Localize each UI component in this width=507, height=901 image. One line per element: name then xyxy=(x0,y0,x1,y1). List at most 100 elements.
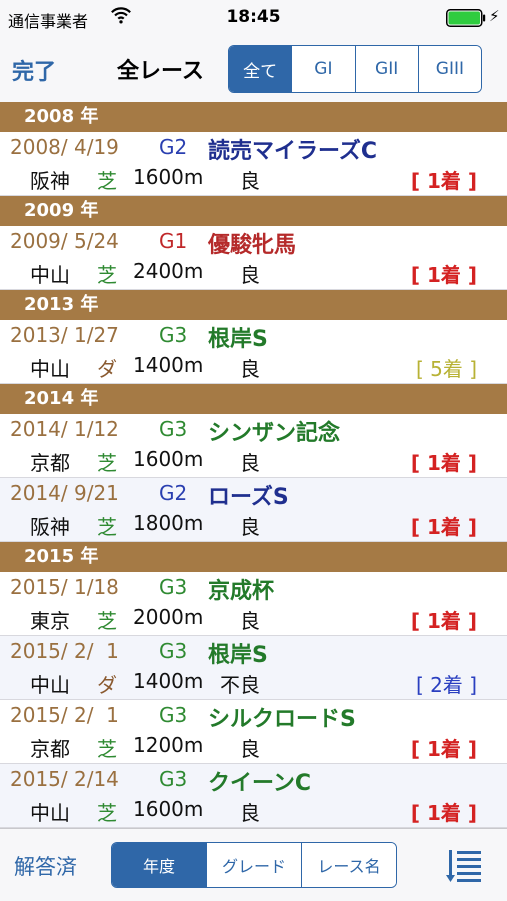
race-result: [ 5着 ] xyxy=(415,357,477,381)
race-grade: G3 xyxy=(159,417,188,441)
race-surface: 芝 xyxy=(97,737,117,761)
race-condition: 良 xyxy=(240,451,260,475)
race-result: [ 2着 ] xyxy=(415,673,477,697)
done-button[interactable]: 完了 xyxy=(12,54,56,86)
race-surface: 芝 xyxy=(97,169,117,193)
race-venue: 中山 xyxy=(30,263,70,287)
race-venue: 京都 xyxy=(30,451,70,475)
race-row[interactable]: 2014/ 1/12 G3 シンザン記念京都 芝 1600m 良 [ 1着 ] xyxy=(0,414,507,478)
sort-segment: 年度 グレード レース名 xyxy=(111,842,397,888)
race-distance: 1400m xyxy=(133,669,204,693)
race-row[interactable]: 2015/ 2/ 1 G3 シルクロードS 京都 芝 1200m 良 [ 1着 ] xyxy=(0,700,507,764)
sort-by-grade[interactable]: グレード xyxy=(206,843,301,887)
race-result: [ 1着 ] xyxy=(410,169,477,193)
page-title: 全レース xyxy=(117,59,204,84)
list-view-icon[interactable] xyxy=(446,847,484,883)
race-date: 2015/ 2/14 xyxy=(10,767,119,791)
race-date: 2014/ 9/21 xyxy=(10,481,119,505)
race-venue: 阪神 xyxy=(30,169,70,193)
race-distance: 1200m xyxy=(133,733,204,757)
race-date: 2013/ 1/27 xyxy=(10,323,119,347)
year-header: 2015 年 xyxy=(0,542,507,572)
race-name: 読売マイラーズC xyxy=(208,139,378,164)
race-distance: 1600m xyxy=(133,797,204,821)
race-venue: 京都 xyxy=(30,737,70,761)
race-name: ローズS xyxy=(208,485,289,510)
race-distance: 2400m xyxy=(133,259,204,283)
race-grade: G3 xyxy=(159,639,188,663)
race-row[interactable]: 2015/ 2/14 G3 クイーンC 中山 芝 1600m 良 [ 1着 ] xyxy=(0,764,507,828)
race-distance: 1800m xyxy=(133,511,204,535)
race-grade: G3 xyxy=(159,575,188,599)
race-date: 2008/ 4/19 xyxy=(10,135,119,159)
race-name: 根岸S xyxy=(208,643,268,668)
year-header: 2009 年 xyxy=(0,196,507,226)
race-name: 根岸S xyxy=(208,327,268,352)
race-surface: ダ xyxy=(97,357,117,381)
race-grade: G3 xyxy=(159,323,188,347)
race-surface: 芝 xyxy=(97,263,117,287)
race-distance: 1600m xyxy=(133,447,204,471)
race-row[interactable]: 2009/ 5/24 G1 優駿牝馬 中山 芝 2400m 良 [ 1着 ] xyxy=(0,226,507,290)
navigation-bar: 完了 全レース 全て GI GII GIII xyxy=(0,36,507,102)
battery-icon xyxy=(446,9,486,27)
race-grade: G1 xyxy=(159,229,188,253)
grade-filter-g1[interactable]: GI xyxy=(291,46,355,92)
race-row[interactable]: 2008/ 4/19 G2 読売マイラーズC 阪神 芝 1600m 良 [ 1着 ] xyxy=(0,132,507,196)
race-result: [ 1着 ] xyxy=(410,609,477,633)
race-row[interactable]: 2014/ 9/21 G2 ローズS 阪神 芝 1800m 良 [ 1着 ] xyxy=(0,478,507,542)
race-row[interactable]: 2013/ 1/27 G3 根岸S 中山 ダ 1400m 良 [ 5着 ] xyxy=(0,320,507,384)
sort-by-race-name[interactable]: レース名 xyxy=(301,843,396,887)
race-surface: 芝 xyxy=(97,609,117,633)
race-distance: 1400m xyxy=(133,353,204,377)
grade-filter-segment: 全て GI GII GIII xyxy=(228,45,482,93)
race-condition: 良 xyxy=(240,609,260,633)
race-list[interactable]: 2008 年 2008/ 4/19 G2 読売マイラーズC 阪神芝 1600m 良[ 1着 … xyxy=(0,102,507,828)
clock: 18:45 xyxy=(226,7,281,27)
race-condition: 良 xyxy=(240,801,260,825)
race-result: [ 1着 ] xyxy=(410,801,477,825)
sort-by-year[interactable]: 年度 xyxy=(112,843,206,887)
race-condition: 良 xyxy=(240,737,260,761)
race-name: シンザン記念 xyxy=(208,421,341,446)
status-bar: 通信事業者 18:45 ⚡ xyxy=(0,0,507,36)
race-grade: G2 xyxy=(159,135,188,159)
race-grade: G3 xyxy=(159,703,188,727)
race-date: 2015/ 2/ 1 xyxy=(10,703,119,727)
race-row[interactable]: 2015/ 1/18 G3 京成杯 東京 芝 2000m 良 [ 1着 ] xyxy=(0,572,507,636)
race-surface: 芝 xyxy=(97,451,117,475)
race-condition: 良 xyxy=(240,263,260,287)
grade-filter-g3[interactable]: GIII xyxy=(417,46,481,92)
race-surface: 芝 xyxy=(97,801,117,825)
race-result: [ 1着 ] xyxy=(410,451,477,475)
year-header: 2013 年 xyxy=(0,290,507,320)
year-header: 2014 年 xyxy=(0,384,507,414)
race-surface: 芝 xyxy=(97,515,117,539)
bottom-toolbar: 解答済 年度 グレード レース名 xyxy=(0,828,507,901)
race-date: 2015/ 1/18 xyxy=(10,575,119,599)
race-condition: 良 xyxy=(240,169,260,193)
bolt-icon: ⚡ xyxy=(489,7,500,25)
race-result: [ 1着 ] xyxy=(410,737,477,761)
grade-filter-g2[interactable]: GII xyxy=(354,46,418,92)
grade-filter-all[interactable]: 全て xyxy=(229,46,292,92)
answered-button[interactable]: 解答済 xyxy=(14,851,77,881)
race-condition: 良 xyxy=(240,515,260,539)
race-date: 2015/ 2/ 1 xyxy=(10,639,119,663)
race-condition: 良 xyxy=(240,357,260,381)
race-distance: 2000m xyxy=(133,605,204,629)
race-grade: G2 xyxy=(159,481,188,505)
year-header: 2008 年 xyxy=(0,102,507,132)
race-grade: G3 xyxy=(159,767,188,791)
race-venue: 中山 xyxy=(30,357,70,381)
race-date: 2014/ 1/12 xyxy=(10,417,119,441)
race-name: クイーンC xyxy=(208,771,312,796)
race-date: 2009/ 5/24 xyxy=(10,229,119,253)
race-name: 優駿牝馬 xyxy=(208,233,297,258)
race-name: 京成杯 xyxy=(208,579,275,604)
race-venue: 阪神 xyxy=(30,515,70,539)
race-row[interactable]: 2015/ 2/ 1 G3 根岸S 中山 ダ 1400m 不良 [ 2着 ] xyxy=(0,636,507,700)
race-venue: 中山 xyxy=(30,673,70,697)
race-venue: 中山 xyxy=(30,801,70,825)
race-surface: ダ xyxy=(97,673,117,697)
